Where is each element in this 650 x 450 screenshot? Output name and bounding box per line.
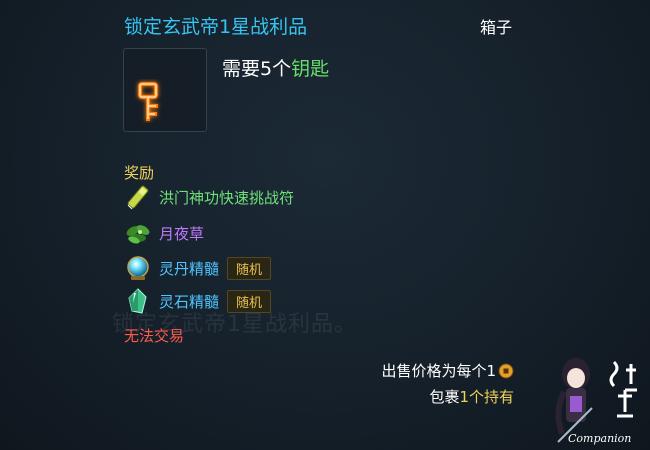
bag-count: 包裹1个持有 [429, 386, 514, 407]
key-requirement: 需要5个钥匙 [222, 54, 329, 81]
random-tag: 随机 [227, 256, 272, 280]
bag-owned: 1个持有 [459, 388, 514, 406]
reward-item: 月夜草 [124, 220, 204, 246]
reward-name: 灵石精髓 [159, 292, 220, 311]
herb-icon [126, 225, 150, 244]
sell-price-text: 出售价格为每个1 [381, 362, 496, 380]
reward-item: 洪门神功快速挑战符 [124, 184, 294, 210]
key-icon [138, 82, 158, 121]
bag-prefix: 包裹 [429, 388, 460, 406]
orb-icon [127, 256, 149, 280]
item-category: 箱子 [479, 18, 512, 37]
item-title: 锁定玄武帝1星战利品 [124, 16, 308, 38]
random-tag: 随机 [227, 289, 272, 313]
reward-name: 洪门神功快速挑战符 [159, 188, 295, 207]
reward-name: 灵丹精髓 [159, 259, 220, 278]
reward-name: 月夜草 [159, 224, 205, 243]
reward-item: 灵丹精髓 随机 [124, 255, 272, 281]
watermark-label: Companion [568, 432, 632, 445]
requirement-item: 钥匙 [291, 58, 330, 80]
scroll-icon [127, 185, 149, 210]
item-icon-frame [123, 48, 207, 132]
reward-item: 灵石精髓 随机 [124, 288, 272, 314]
requirement-text: 需要5个 [222, 58, 292, 80]
sell-price: 出售价格为每个1 [381, 360, 514, 381]
coin-icon [498, 363, 514, 378]
rewards-label: 奖励 [124, 164, 155, 182]
untradeable-label: 无法交易 [124, 327, 185, 345]
crystal-icon [128, 288, 147, 314]
